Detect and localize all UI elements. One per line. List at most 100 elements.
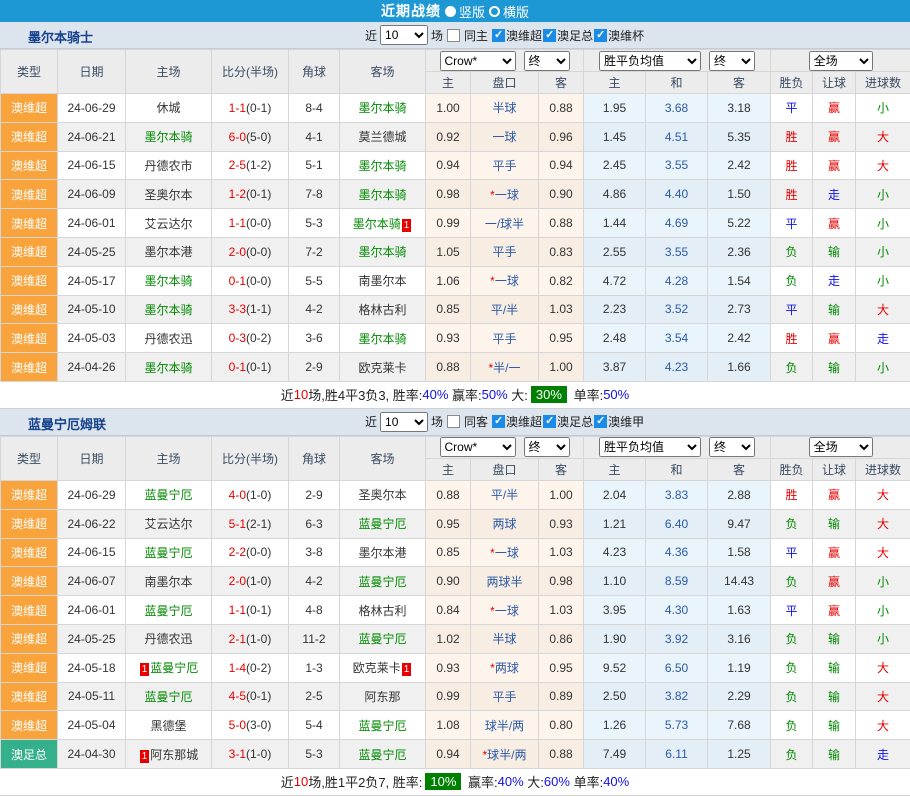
away-team-cell: 格林古利 (340, 295, 426, 324)
recent-count-select[interactable]: 10 (380, 25, 428, 45)
odds-stage-select[interactable]: 终 (524, 51, 570, 71)
same-away-checkbox[interactable] (447, 415, 460, 428)
page-title: 近期战绩 (381, 1, 441, 21)
mean-stage-select[interactable]: 终 (709, 437, 755, 457)
mean-home-cell: 1.21 (584, 509, 646, 538)
league-checkbox-2[interactable] (543, 29, 556, 42)
col-header-mean-away: 客 (708, 72, 771, 94)
result-goals-cell: 小 (856, 237, 910, 266)
home-team-cell: 蓝曼宁厄 (126, 596, 212, 625)
result-goals-cell: 小 (856, 209, 910, 238)
col-header-corner: 角球 (289, 50, 340, 94)
league-label-1: 澳维超 (506, 27, 542, 44)
summary-segment: 单率: (570, 772, 603, 791)
games-label: 场 (431, 413, 443, 430)
table-row: 澳维超24-05-04黑德堡5-0(3-0)5-4蓝曼宁厄1.08球半/两0.8… (1, 711, 910, 740)
mean-odds-select[interactable]: 胜平负均值 (599, 437, 701, 457)
corners-cell: 5-4 (289, 711, 340, 740)
corners-cell: 2-5 (289, 682, 340, 711)
mean-draw-cell: 8.59 (646, 567, 708, 596)
summary-segment: 单率: (570, 385, 603, 404)
away-odds-cell: 0.98 (539, 567, 584, 596)
away-odds-cell: 0.94 (539, 151, 584, 180)
table-row: 澳维超24-06-22艾云达尔5-1(2-1)6-3蓝曼宁厄0.95两球0.93… (1, 509, 910, 538)
summary-segment: 50% (482, 387, 508, 402)
league-cell: 澳维超 (1, 653, 58, 682)
away-team-cell: 南墨尔本 (340, 266, 426, 295)
col-header-type: 类型 (1, 436, 58, 480)
home-team-cell: 墨尔本骑 (126, 266, 212, 295)
result-handicap-cell: 输 (813, 295, 856, 324)
league-checkbox-1[interactable] (492, 415, 505, 428)
mean-away-cell: 2.73 (708, 295, 771, 324)
red-badge: 1 (402, 663, 412, 676)
league-label-2: 澳足总 (557, 413, 593, 430)
recent-count-select[interactable]: 10 (380, 412, 428, 432)
away-team-cell: 墨尔本骑 (340, 94, 426, 123)
result-goals-cell: 小 (856, 353, 910, 382)
odds-company-select[interactable]: Crow* (440, 437, 516, 457)
vertical-layout-radio[interactable] (445, 6, 456, 17)
date-cell: 24-06-07 (58, 567, 126, 596)
result-goals-cell: 小 (856, 624, 910, 653)
team-link: 墨尔本骑 (144, 303, 192, 317)
date-cell: 24-06-21 (58, 122, 126, 151)
table-row: 澳足总24-04-301阿东那城3-1(1-0)5-3蓝曼宁厄0.94*球半/两… (1, 740, 910, 769)
team-link: 蓝曼宁厄 (144, 546, 192, 560)
mean-draw-cell: 6.50 (646, 653, 708, 682)
result-handicap-cell: 输 (813, 682, 856, 711)
away-team-cell: 莫兰德城 (340, 122, 426, 151)
away-odds-cell: 0.95 (539, 653, 584, 682)
result-handicap-cell: 赢 (813, 480, 856, 509)
red-badge: 1 (140, 750, 150, 763)
table-row: 澳维超24-05-17墨尔本骑0-1(0-0)5-5南墨尔本1.06*一球0.8… (1, 266, 910, 295)
team-link: 阿东那城 (150, 748, 198, 762)
league-cell: 澳维超 (1, 180, 58, 209)
league-checkbox-3[interactable] (594, 29, 607, 42)
away-odds-cell: 1.00 (539, 353, 584, 382)
handicap-cell: 两球 (471, 509, 539, 538)
team-link: 蓝曼宁厄 (150, 661, 198, 675)
summary-segment: 40% (422, 387, 448, 402)
col-header-winloss: 胜负 (771, 458, 813, 480)
result-wdl-cell: 负 (771, 682, 813, 711)
col-header-home: 主场 (126, 50, 212, 94)
home-odds-cell: 0.95 (426, 509, 471, 538)
fullmatch-select[interactable]: 全场 (809, 437, 873, 457)
away-odds-cell: 0.93 (539, 509, 584, 538)
home-odds-cell: 0.88 (426, 480, 471, 509)
odds-company-select[interactable]: Crow* (440, 51, 516, 71)
league-checkbox-1[interactable] (492, 29, 505, 42)
mean-odds-select[interactable]: 胜平负均值 (599, 51, 701, 71)
score-cell: 2-0(0-0) (212, 237, 289, 266)
mean-home-cell: 1.26 (584, 711, 646, 740)
league-checkbox-2[interactable] (543, 415, 556, 428)
mean-stage-select[interactable]: 终 (709, 51, 755, 71)
summary-segment: 10 (294, 774, 308, 789)
league-checkbox-3[interactable] (594, 415, 607, 428)
league-cell: 澳维超 (1, 682, 58, 711)
result-wdl-cell: 平 (771, 209, 813, 238)
result-goals-cell: 走 (856, 740, 910, 769)
fullmatch-group-header: 全场 (771, 50, 910, 72)
home-team-cell: 蓝曼宁厄 (126, 682, 212, 711)
handicap-cell: *球半/两 (471, 740, 539, 769)
result-handicap-cell: 赢 (813, 596, 856, 625)
result-wdl-cell: 胜 (771, 480, 813, 509)
handicap-cell: 球半/两 (471, 711, 539, 740)
mean-draw-cell: 4.51 (646, 122, 708, 151)
team-link: 墨尔本骑 (358, 245, 406, 259)
fullmatch-group-header: 全场 (771, 436, 910, 458)
score-cell: 2-2(0-0) (212, 538, 289, 567)
odds-stage-select[interactable]: 终 (524, 437, 570, 457)
near-label: 近 (365, 27, 377, 44)
home-odds-cell: 0.94 (426, 740, 471, 769)
result-handicap-cell: 输 (813, 353, 856, 382)
horizontal-layout-radio[interactable] (489, 6, 500, 17)
away-odds-cell: 0.80 (539, 711, 584, 740)
score-cell: 3-3(1-1) (212, 295, 289, 324)
league-cell: 澳维超 (1, 209, 58, 238)
same-home-checkbox[interactable] (447, 29, 460, 42)
corners-cell: 11-2 (289, 624, 340, 653)
fullmatch-select[interactable]: 全场 (809, 51, 873, 71)
